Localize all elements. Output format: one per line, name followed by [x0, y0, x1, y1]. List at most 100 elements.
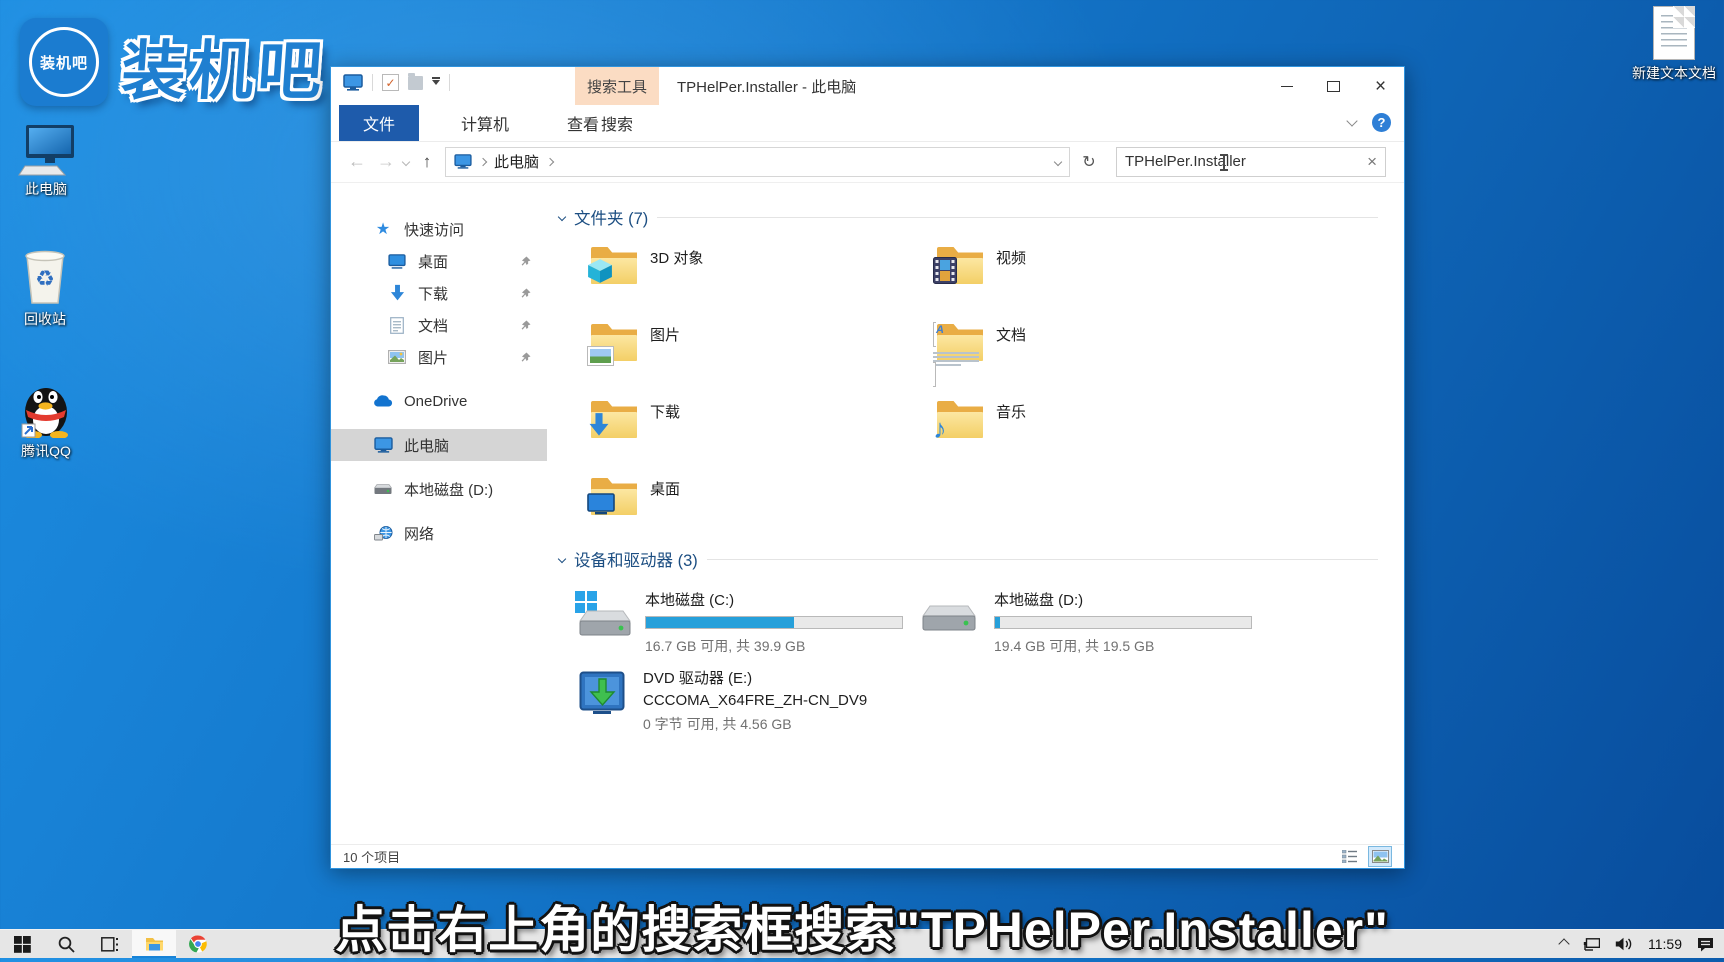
- sidebar-item-quick-access[interactable]: ★ 快速访问: [331, 213, 547, 245]
- sidebar-item-documents[interactable]: 文档: [331, 309, 547, 341]
- taskbar-search-button[interactable]: [44, 930, 88, 958]
- forward-button[interactable]: →: [374, 151, 398, 172]
- film-strip-icon: [933, 257, 957, 289]
- breadcrumb-chevron-icon[interactable]: [479, 157, 487, 165]
- action-center-icon[interactable]: [1697, 937, 1714, 952]
- breadcrumb-chevron-icon[interactable]: [546, 157, 554, 165]
- expand-ribbon-chevron-icon[interactable]: [1346, 115, 1357, 126]
- document-icon: [387, 317, 407, 334]
- recent-locations-chevron-icon[interactable]: [402, 157, 410, 165]
- search-input[interactable]: [1125, 153, 1363, 170]
- dvd-setup-icon: [579, 667, 629, 734]
- details-view-button[interactable]: [1338, 846, 1362, 867]
- desktop-icon: [387, 254, 407, 269]
- brand-logo-text: 装机吧: [119, 20, 329, 112]
- sidebar-item-desktop[interactable]: 桌面: [331, 245, 547, 277]
- folder-icon: A: [937, 323, 983, 363]
- picture-icon: [587, 346, 614, 366]
- desktop-icon-qq[interactable]: 腾讯QQ: [6, 380, 86, 460]
- section-title: 设备和驱动器 (3): [574, 547, 698, 571]
- desktop-icon-recycle-bin[interactable]: ♻ 回收站: [2, 248, 88, 328]
- sidebar-item-this-pc[interactable]: 此电脑: [331, 429, 547, 461]
- section-header-devices[interactable]: 设备和驱动器 (3): [559, 547, 1378, 571]
- sidebar-item-onedrive[interactable]: OneDrive: [331, 385, 547, 417]
- sidebar-item-downloads[interactable]: 下载: [331, 277, 547, 309]
- taskbar-chrome-button[interactable]: [176, 930, 220, 958]
- tab-computer[interactable]: 计算机: [439, 105, 531, 141]
- sidebar-item-label: OneDrive: [404, 393, 467, 410]
- folder-tile-desktop[interactable]: 桌面: [591, 474, 937, 551]
- download-arrow-icon: [587, 412, 611, 443]
- minimize-button[interactable]: [1263, 68, 1310, 104]
- section-header-folders[interactable]: 文件夹 (7): [559, 205, 1378, 229]
- pin-icon: [520, 320, 531, 331]
- clear-search-icon[interactable]: ×: [1367, 152, 1377, 172]
- properties-button-icon[interactable]: ✓: [382, 74, 399, 91]
- drive-tile-dvd-e[interactable]: DVD 驱动器 (E:) CCCOMA_X64FRE_ZH-CN_DV9 0 字…: [579, 667, 867, 734]
- search-box[interactable]: ×: [1116, 147, 1386, 177]
- taskbar-file-explorer-button[interactable]: [132, 930, 176, 958]
- collapse-chevron-icon[interactable]: [558, 555, 566, 563]
- task-view-button[interactable]: [88, 930, 132, 958]
- disk-drive-icon: [373, 484, 393, 495]
- drive-name: DVD 驱动器 (E:): [643, 667, 867, 688]
- folder-name: 3D 对象: [650, 247, 703, 268]
- pin-icon: [520, 352, 531, 363]
- sidebar-item-pictures[interactable]: 图片: [331, 341, 547, 373]
- windows-logo-icon: [14, 936, 31, 953]
- desktop-icon-this-pc[interactable]: 此电脑: [6, 124, 86, 198]
- brand-badge-text: 装机吧: [40, 52, 88, 73]
- folder-name: 文档: [996, 324, 1026, 345]
- desktop-monitor-icon: [587, 493, 615, 520]
- folder-tile-pictures[interactable]: 图片: [591, 320, 937, 397]
- sidebar-item-label: 快速访问: [404, 219, 464, 240]
- recycle-bin-icon: ♻: [17, 248, 73, 306]
- 3d-cube-icon: [587, 258, 613, 289]
- folder-name: 视频: [996, 247, 1026, 268]
- explorer-main: ★ 快速访问 桌面 下载 文档: [331, 183, 1404, 844]
- drive-tile-c[interactable]: 本地磁盘 (C:) 16.7 GB 可用, 共 39.9 GB: [573, 589, 903, 656]
- help-button[interactable]: ?: [1372, 113, 1391, 132]
- breadcrumb-this-pc[interactable]: 此电脑: [494, 151, 539, 172]
- folder-name: 音乐: [996, 401, 1026, 422]
- close-button[interactable]: ×: [1357, 68, 1404, 104]
- tab-search[interactable]: 搜索: [575, 105, 659, 141]
- window-title: TPHelPer.Installer - 此电脑: [677, 67, 856, 105]
- folder-tile-videos[interactable]: 视频: [937, 243, 1283, 320]
- collapse-chevron-icon[interactable]: [558, 213, 566, 221]
- folder-tile-3d-objects[interactable]: 3D 对象: [591, 243, 937, 320]
- close-icon: ×: [1375, 77, 1386, 96]
- network-icon[interactable]: [1583, 938, 1600, 951]
- maximize-button[interactable]: [1310, 68, 1357, 104]
- address-bar[interactable]: 此电脑: [445, 147, 1070, 177]
- computer-icon: [17, 124, 75, 176]
- address-dropdown-chevron-icon[interactable]: [1054, 157, 1062, 165]
- computer-icon[interactable]: [343, 74, 363, 91]
- sidebar-item-network[interactable]: 网络: [331, 517, 547, 549]
- folder-icon: [591, 323, 637, 363]
- taskbar-clock[interactable]: 11:59: [1648, 936, 1682, 952]
- sidebar-item-local-disk-d[interactable]: 本地磁盘 (D:): [331, 473, 547, 505]
- customize-toolbar-dropdown-icon[interactable]: [432, 80, 440, 85]
- large-icons-view-button[interactable]: [1368, 846, 1392, 867]
- drive-tile-d[interactable]: 本地磁盘 (D:) 19.4 GB 可用, 共 19.5 GB: [922, 589, 1252, 656]
- desktop-icon-new-text-doc[interactable]: 新建文本文档: [1624, 6, 1724, 82]
- folder-tile-downloads[interactable]: 下载: [591, 397, 937, 474]
- drive-capacity-text: 16.7 GB 可用, 共 39.9 GB: [645, 636, 903, 656]
- folder-tile-documents[interactable]: A 文档: [937, 320, 1283, 397]
- quick-access-toolbar: ✓: [343, 74, 450, 91]
- start-button[interactable]: [0, 930, 44, 958]
- up-button[interactable]: ↑: [414, 152, 440, 172]
- back-button[interactable]: ←: [345, 151, 369, 172]
- tab-file[interactable]: 文件: [339, 105, 419, 141]
- quick-access-star-icon: ★: [373, 219, 393, 239]
- volume-icon[interactable]: [1615, 937, 1633, 951]
- show-hidden-icons-chevron[interactable]: [1558, 938, 1569, 949]
- new-folder-button-icon[interactable]: [408, 76, 423, 90]
- contextual-tab-search-tools[interactable]: 搜索工具: [575, 67, 659, 105]
- folder-tile-music[interactable]: ♪ 音乐: [937, 397, 1283, 474]
- sidebar-item-label: 网络: [404, 523, 434, 544]
- sidebar-item-label: 下载: [418, 283, 448, 304]
- address-bar-row: ← → ↑ 此电脑 ↻ ×: [331, 141, 1404, 183]
- refresh-button[interactable]: ↻: [1075, 147, 1103, 177]
